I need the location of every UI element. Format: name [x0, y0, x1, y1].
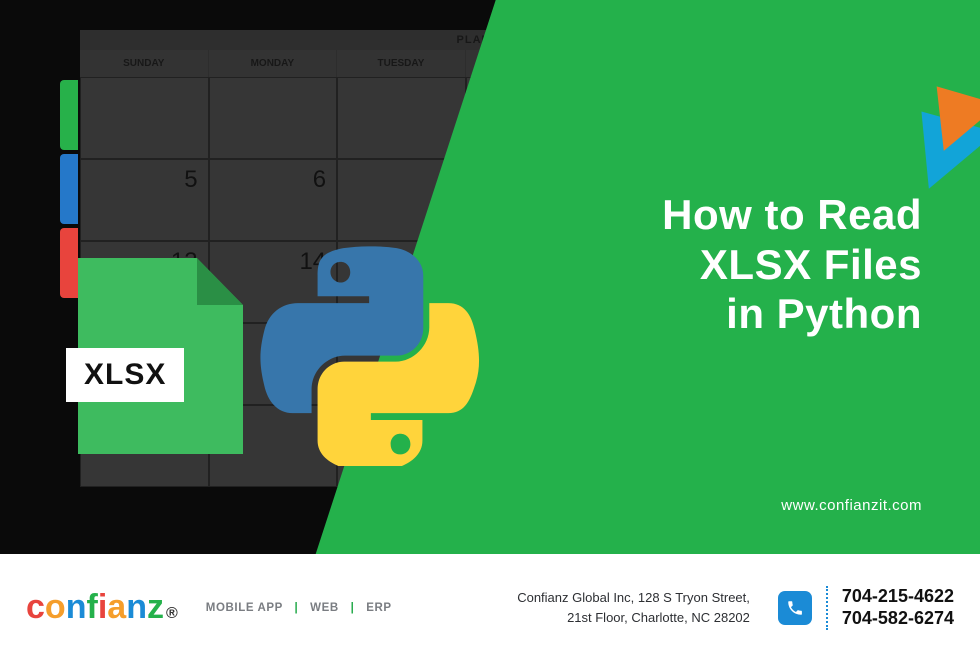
tab-green [60, 80, 78, 150]
calendar-cell: 6 [209, 159, 338, 241]
calendar-day-label: SUNDAY [80, 50, 209, 77]
phone-icon [778, 591, 812, 625]
sep-icon: | [295, 602, 299, 614]
tab-blue [60, 154, 78, 224]
address-block: Confianz Global Inc, 128 S Tryon Street,… [517, 588, 750, 627]
xlsx-file-icon: XLSX [78, 258, 243, 454]
service-erp: ERP [366, 602, 391, 614]
address-line-1: Confianz Global Inc, 128 S Tryon Street, [517, 588, 750, 608]
title-line-1: How to Read [662, 190, 922, 240]
notebook-tabs [60, 80, 78, 298]
phone-numbers: 704-215-4622 704-582-6274 [842, 586, 954, 629]
phone-block: 704-215-4622 704-582-6274 [778, 586, 954, 630]
services-list: MOBILE APP | WEB | ERP [206, 602, 392, 614]
python-logo-icon [260, 246, 480, 466]
calendar-cell [209, 77, 338, 159]
hero-banner: PLANNER & CALENDAR SUNDAYMONDAYTUESDAYWE… [0, 0, 980, 554]
footer-bar: confianz® MOBILE APP | WEB | ERP Confian… [0, 554, 980, 661]
title-line-2: XLSX Files [662, 240, 922, 290]
calendar-cell [80, 77, 209, 159]
website-url: www.confianzit.com [781, 497, 922, 514]
service-mobile: MOBILE APP [206, 602, 283, 614]
address-line-2: 21st Floor, Charlotte, NC 28202 [517, 608, 750, 628]
sep-icon: | [351, 602, 355, 614]
title-line-3: in Python [662, 289, 922, 339]
calendar-day-label: MONDAY [209, 50, 338, 77]
dotted-divider [826, 586, 828, 630]
brand-logo: confianz® [26, 588, 178, 627]
calendar-cell [337, 77, 466, 159]
file-fold [197, 258, 243, 305]
phone-1: 704-215-4622 [842, 586, 954, 608]
file-label: XLSX [66, 348, 184, 402]
calendar-day-label: TUESDAY [337, 50, 466, 77]
phone-2: 704-582-6274 [842, 608, 954, 630]
hero-title: How to Read XLSX Files in Python [662, 190, 922, 339]
service-web: WEB [310, 602, 339, 614]
calendar-cell: 5 [80, 159, 209, 241]
tab-red [60, 228, 78, 298]
